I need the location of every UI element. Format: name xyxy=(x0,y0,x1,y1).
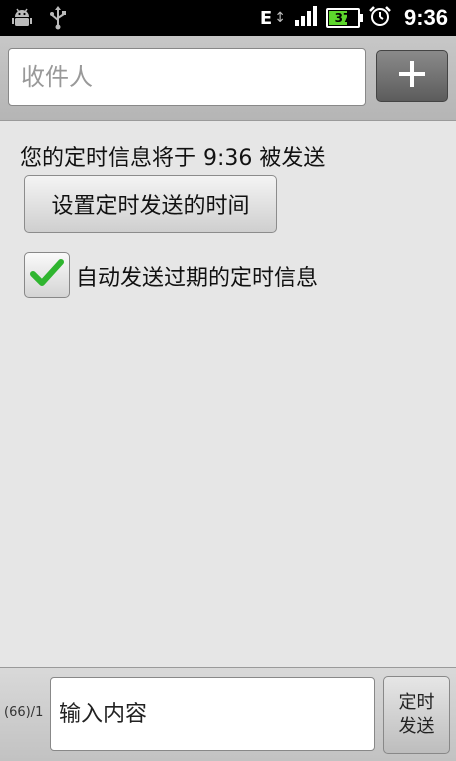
alarm-clock-icon xyxy=(368,4,392,32)
auto-send-checkbox[interactable] xyxy=(24,252,70,298)
network-activity-icon: ↕ xyxy=(274,10,286,26)
network-type-indicator: E xyxy=(259,7,273,29)
clock: 9:36 xyxy=(403,5,448,30)
checkmark-icon xyxy=(30,258,64,292)
battery-icon: 37 xyxy=(325,8,363,28)
status-bar: E ↕ 37 9:36 xyxy=(0,0,456,36)
scheduled-send-button[interactable]: 定时 发送 xyxy=(383,676,450,754)
message-input[interactable] xyxy=(50,677,375,751)
schedule-info-text: 您的定时信息将于 9:36 被发送 xyxy=(20,146,326,171)
send-button-label-line2: 发送 xyxy=(398,716,435,737)
recipient-input[interactable] xyxy=(8,48,366,106)
add-recipient-button[interactable] xyxy=(376,50,448,102)
compose-bar: (66)/1 定时 发送 xyxy=(0,667,456,761)
battery-level: 37 xyxy=(334,11,352,25)
plus-icon xyxy=(397,59,427,93)
signal-strength-icon xyxy=(294,5,318,31)
send-button-label-line1: 定时 xyxy=(398,692,435,713)
usb-icon xyxy=(48,6,68,34)
android-debug-icon xyxy=(10,6,34,34)
character-counter: (66)/1 xyxy=(4,705,44,720)
set-send-time-button[interactable]: 设置定时发送的时间 xyxy=(24,175,277,233)
auto-send-label: 自动发送过期的定时信息 xyxy=(76,266,319,291)
recipient-bar xyxy=(0,36,456,121)
